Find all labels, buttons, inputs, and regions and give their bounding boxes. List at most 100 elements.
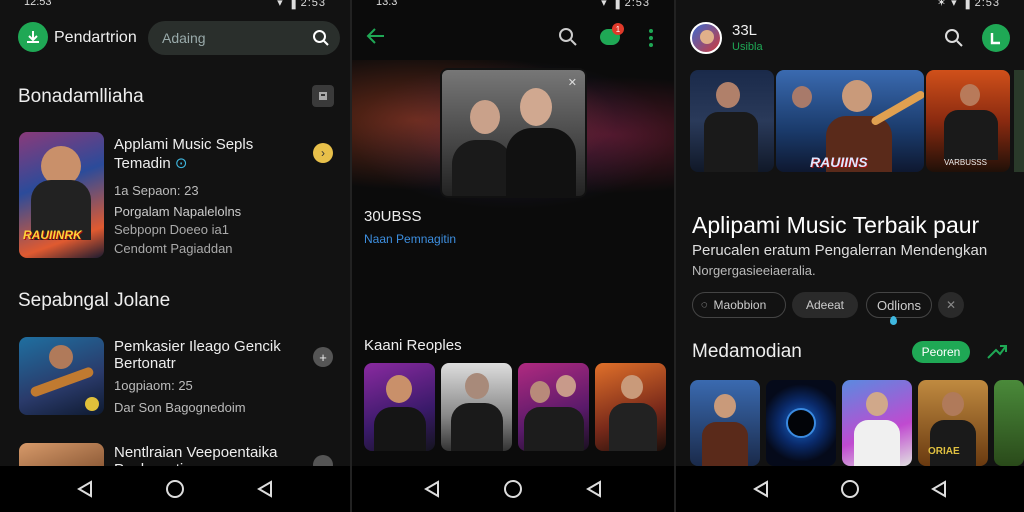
- chip-2[interactable]: Adeeat: [792, 292, 858, 318]
- track-1-title[interactable]: Applami Music Sepls: [114, 136, 253, 153]
- home-icon[interactable]: [502, 478, 524, 500]
- track-1-meta-1: 1a Sepaon: 23: [114, 183, 199, 198]
- track-2-title-2[interactable]: Bertonatr: [114, 355, 176, 372]
- screen-home: 12:53 ▾ ▐ 2:53 Pendartrion Adaing Bonada…: [0, 0, 350, 512]
- person-body: [451, 403, 503, 451]
- avatar[interactable]: [690, 22, 722, 54]
- search-placeholder: Adaing: [162, 30, 206, 46]
- track-1-poster[interactable]: RAUIINRK: [19, 132, 104, 258]
- avatar-face: [700, 30, 714, 44]
- track-3-title[interactable]: Nentlraian Veepoentaika: [114, 444, 277, 461]
- artist-body: [506, 128, 576, 196]
- guitar-shape: [870, 89, 924, 127]
- screen-artist: 13:3 ▾ ▐ 2:53 1 ✕ 30UBSS Naan Pemnagitin…: [352, 0, 674, 512]
- guitarist-body: [944, 110, 998, 160]
- person-face: [942, 392, 964, 416]
- people-card-2[interactable]: [441, 363, 512, 451]
- add-icon[interactable]: +: [313, 347, 333, 367]
- rec-card-4[interactable]: ORIAE: [918, 380, 988, 466]
- headline: Aplipami Music Terbaik paur: [692, 212, 980, 238]
- section-title-people: Kaani Reoples: [364, 337, 462, 354]
- guitar-shape: [29, 366, 95, 398]
- person-body: [930, 420, 976, 466]
- play-button[interactable]: ›: [313, 143, 333, 163]
- people-card-3[interactable]: [518, 363, 589, 451]
- artist-face: [470, 100, 500, 134]
- app-logo-icon[interactable]: [18, 22, 48, 52]
- home-icon[interactable]: [839, 478, 861, 500]
- people-card-4[interactable]: [595, 363, 666, 451]
- subheadline: Perucalen eratum Pengalerran Mendengkan: [692, 242, 988, 259]
- rec-card-2[interactable]: [766, 380, 836, 466]
- rec-card-1[interactable]: [690, 380, 760, 466]
- track-2-meta-1: 1ogpiaom: 25: [114, 378, 193, 393]
- recents-icon[interactable]: [583, 478, 605, 500]
- track-2-poster[interactable]: [19, 337, 104, 415]
- person-face: [530, 381, 550, 403]
- user-name: 33L: [732, 22, 758, 39]
- track-1-meta-2: Porgalam Napalelolns: [114, 204, 242, 219]
- chat-icon: ◌: [701, 299, 708, 311]
- track-1-title-2[interactable]: Temadin ⊙: [114, 154, 187, 172]
- artist-body: [452, 140, 512, 196]
- chat-icon[interactable]: 1: [600, 23, 624, 45]
- person-body: [524, 407, 584, 451]
- banner-image-1[interactable]: [690, 70, 774, 172]
- profile-icon[interactable]: [982, 24, 1010, 52]
- guitarist-face: [842, 80, 872, 112]
- section-title-recommended: Medamodian: [692, 341, 802, 362]
- search-icon[interactable]: [944, 28, 964, 48]
- overflow-menu-icon[interactable]: [648, 28, 654, 48]
- person-body: [374, 407, 426, 451]
- search-icon[interactable]: [558, 27, 578, 47]
- search-input[interactable]: Adaing: [148, 21, 340, 55]
- artist-link[interactable]: Naan Pemnagitin: [364, 232, 456, 246]
- recents-icon[interactable]: [928, 478, 950, 500]
- follower-count: 30UBSS: [364, 208, 422, 225]
- pin-icon[interactable]: ✕: [938, 292, 964, 318]
- close-icon[interactable]: ✕: [568, 76, 577, 89]
- trend-arrow-icon[interactable]: [986, 342, 1008, 362]
- search-icon[interactable]: [312, 29, 330, 47]
- chip-1[interactable]: ◌ Maobbion: [692, 292, 786, 318]
- track-2-meta-2: Dar Son Bagognedoim: [114, 400, 246, 415]
- section-title-popular: Sepabngal Jolane: [18, 290, 171, 311]
- system-nav-bar: [676, 466, 1024, 512]
- track-2-title[interactable]: Pemkasier Ileago Gencik: [114, 338, 281, 355]
- back-icon[interactable]: [421, 478, 443, 500]
- vortex-icon: [786, 408, 816, 438]
- status-bar: 13:3 ▾ ▐ 2:53: [352, 0, 674, 9]
- artist-hero-image[interactable]: ✕: [440, 68, 587, 198]
- chip-3[interactable]: Odlions: [866, 292, 932, 318]
- banner-image-main[interactable]: RAUIINS: [776, 70, 924, 172]
- chip-label: Odlions: [876, 297, 922, 313]
- drop-icon: [890, 316, 897, 325]
- system-nav-bar: [352, 466, 674, 512]
- banner-image-3[interactable]: VARBUSSS: [926, 70, 1010, 172]
- more-icon[interactable]: [312, 85, 334, 107]
- status-time: 12:53: [24, 0, 52, 8]
- back-icon[interactable]: [750, 478, 772, 500]
- badge-icon: [85, 397, 99, 411]
- person-face: [386, 375, 412, 403]
- person-face: [621, 375, 643, 399]
- back-icon[interactable]: [74, 478, 96, 500]
- track-1-meta-3: Sebpopn Doeeo ia1: [114, 222, 229, 237]
- status-indicators: ✶ ▾ ▐ 2:53: [936, 0, 1000, 9]
- system-nav-bar: [0, 466, 350, 512]
- filter-button[interactable]: Peoren: [912, 341, 970, 363]
- status-bar: ✶ ▾ ▐ 2:53: [676, 0, 1024, 9]
- back-arrow-icon[interactable]: [366, 27, 386, 45]
- verified-icon: ⊙: [174, 155, 188, 172]
- guitarist-face: [792, 86, 812, 108]
- home-icon[interactable]: [164, 478, 186, 500]
- chip-label: Adeeat: [805, 298, 845, 312]
- rec-card-3[interactable]: [842, 380, 912, 466]
- rec-card-5[interactable]: [994, 380, 1024, 466]
- person-body: [702, 422, 748, 466]
- people-card-1[interactable]: [364, 363, 435, 451]
- artist-face: [49, 345, 73, 369]
- person-body: [609, 403, 657, 451]
- track-1-meta-4: Cendomt Pagiaddan: [114, 241, 233, 256]
- recents-icon[interactable]: [254, 478, 276, 500]
